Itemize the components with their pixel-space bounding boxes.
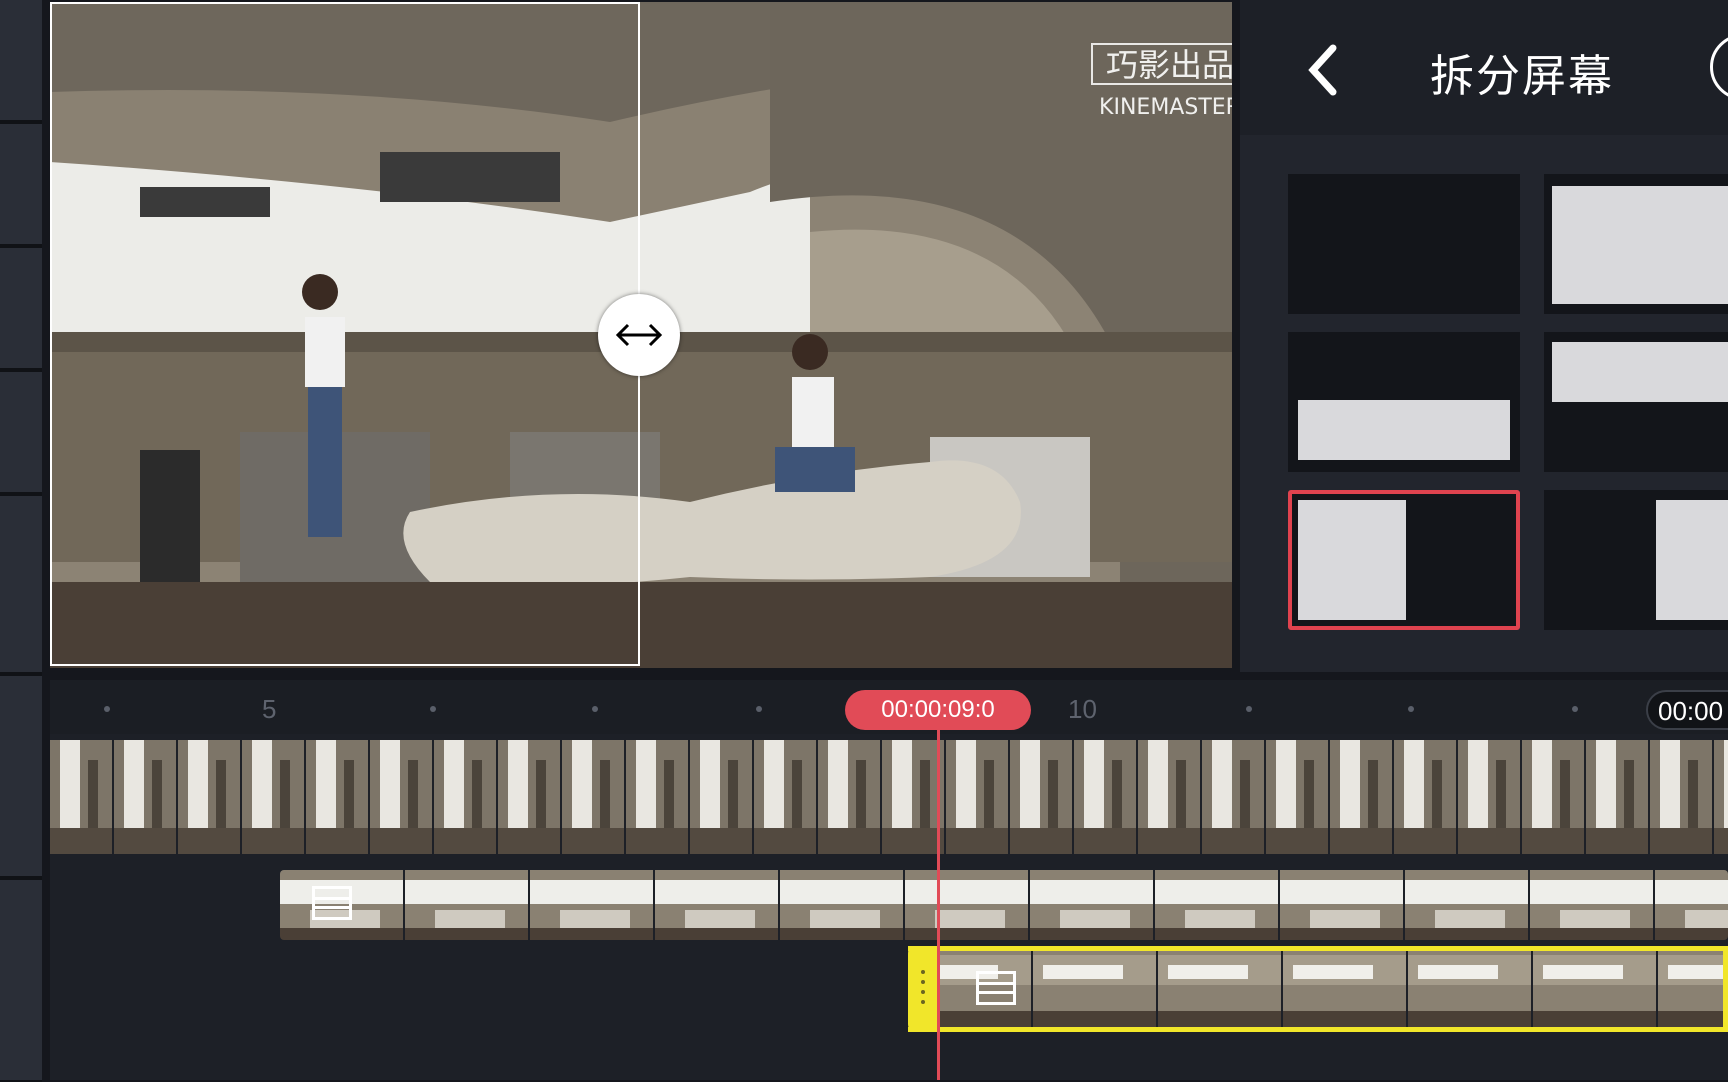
tool-button-3[interactable] <box>0 248 42 580</box>
tool-button-2[interactable] <box>0 124 42 246</box>
kinemaster-watermark: 巧影出品 KINEMASTER <box>1091 43 1232 120</box>
back-icon[interactable] <box>1288 30 1358 110</box>
watermark-top-text: 巧影出品 <box>1106 46 1232 84</box>
split-option-right-half[interactable] <box>1544 490 1728 630</box>
overlay-video-track-1[interactable] <box>280 870 1728 940</box>
clip-trim-handle[interactable] <box>908 946 938 1032</box>
ruler-tick <box>756 706 762 712</box>
split-option-top-half[interactable] <box>1544 332 1728 472</box>
ruler-tick <box>1408 706 1414 712</box>
overlay-track-1-thumbnails <box>280 870 1728 940</box>
ruler-tick <box>430 706 436 712</box>
split-option-full[interactable] <box>1544 174 1728 314</box>
ruler-label-5: 5 <box>262 694 277 724</box>
panel-header: 拆分屏幕 <box>1240 0 1728 135</box>
ruler-tick <box>104 706 110 712</box>
ruler-tick <box>1572 706 1578 712</box>
playhead[interactable] <box>937 728 940 1080</box>
split-option-left-half[interactable] <box>1288 490 1520 630</box>
split-option-none[interactable] <box>1288 174 1520 314</box>
main-track-thumbnails <box>50 740 1728 854</box>
split-option-bottom-half[interactable] <box>1288 332 1520 472</box>
left-toolbar <box>0 0 42 1082</box>
overlay-video-track-2-selected[interactable] <box>908 946 1728 1032</box>
split-screen-panel: 拆分屏幕 <box>1240 0 1728 672</box>
split-screen-region-outline <box>50 2 640 666</box>
video-clip-icon <box>312 886 352 920</box>
ruler-label-10: 10 <box>1068 694 1097 724</box>
end-time-badge: 00:00 <box>1646 690 1728 730</box>
tool-button-7[interactable] <box>0 880 42 1082</box>
ruler-tick <box>592 706 598 712</box>
panel-action-icon[interactable] <box>1710 34 1728 100</box>
tool-button-1[interactable] <box>0 0 42 122</box>
tool-button-4[interactable] <box>0 372 42 494</box>
tool-button-5[interactable] <box>0 496 42 674</box>
tool-button-6[interactable] <box>0 676 42 878</box>
resize-horizontal-icon <box>615 323 663 347</box>
panel-title: 拆分屏幕 <box>1430 51 1614 102</box>
current-time-badge[interactable]: 00:00:09:0 <box>845 690 1031 730</box>
main-video-track[interactable] <box>50 740 1728 854</box>
split-resize-handle[interactable] <box>598 294 680 376</box>
watermark-bottom-text: KINEMASTER <box>1099 95 1232 120</box>
ruler-tick <box>1246 706 1252 712</box>
video-clip-icon <box>976 971 1016 1005</box>
overlay-track-2-thumbnails <box>908 951 1723 1027</box>
